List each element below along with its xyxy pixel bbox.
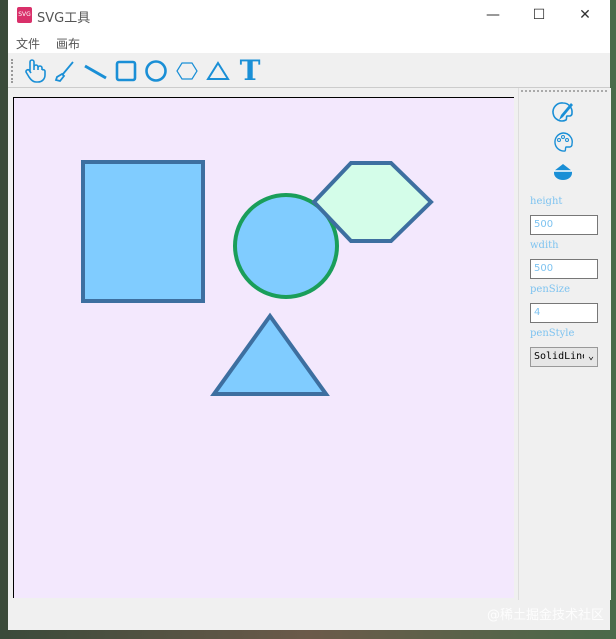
menu-canvas[interactable]: 画布 [56,35,80,52]
palette-brush-icon[interactable] [551,100,575,124]
app-window: SVG SVG工具 — ☐ ✕ 文件 画布 T height 500 wdith… [8,0,611,630]
hexagon-icon[interactable] [174,58,200,84]
close-button[interactable]: ✕ [562,4,608,26]
line-icon[interactable] [82,58,108,84]
rectangle-icon[interactable] [113,58,139,84]
menu-bar: 文件 画布 [8,31,610,53]
watermark: @稀土掘金技术社区 [486,608,604,623]
penstyle-value: SolidLine [534,351,584,362]
brush-icon[interactable] [52,58,78,84]
height-input[interactable]: 500 [530,215,598,235]
paint-bucket-icon[interactable] [551,160,575,184]
menu-file[interactable]: 文件 [16,35,40,52]
triangle-shape[interactable] [210,312,330,396]
drawing-canvas[interactable] [13,97,514,598]
width-label: wdith [530,240,559,251]
maximize-button[interactable]: ☐ [516,4,562,26]
circle-icon[interactable] [143,58,169,84]
triangle-icon[interactable] [205,58,231,84]
text-icon[interactable]: T [237,57,263,85]
hand-icon[interactable] [22,58,48,84]
rectangle-shape[interactable] [81,160,205,303]
height-label: height [530,196,563,207]
penstyle-select[interactable]: SolidLine ⌄ [530,347,598,367]
pensize-label: penSize [530,284,570,295]
window-title: SVG工具 [37,11,91,26]
chevron-down-icon: ⌄ [587,351,594,362]
title-bar: SVG SVG工具 — ☐ ✕ [8,0,610,31]
toolbar-grip[interactable] [11,59,15,83]
toolbar: T [8,55,610,88]
palette-icon[interactable] [551,130,575,154]
properties-panel: height 500 wdith 500 penSize 4 penStyle … [518,88,611,600]
canvas-svg[interactable] [14,98,514,598]
width-input[interactable]: 500 [530,259,598,279]
penstyle-label: penStyle [530,328,575,339]
svg-file-icon: SVG [17,7,32,23]
pensize-input[interactable]: 4 [530,303,598,323]
panel-grip[interactable] [521,90,607,92]
minimize-button[interactable]: — [470,4,516,26]
